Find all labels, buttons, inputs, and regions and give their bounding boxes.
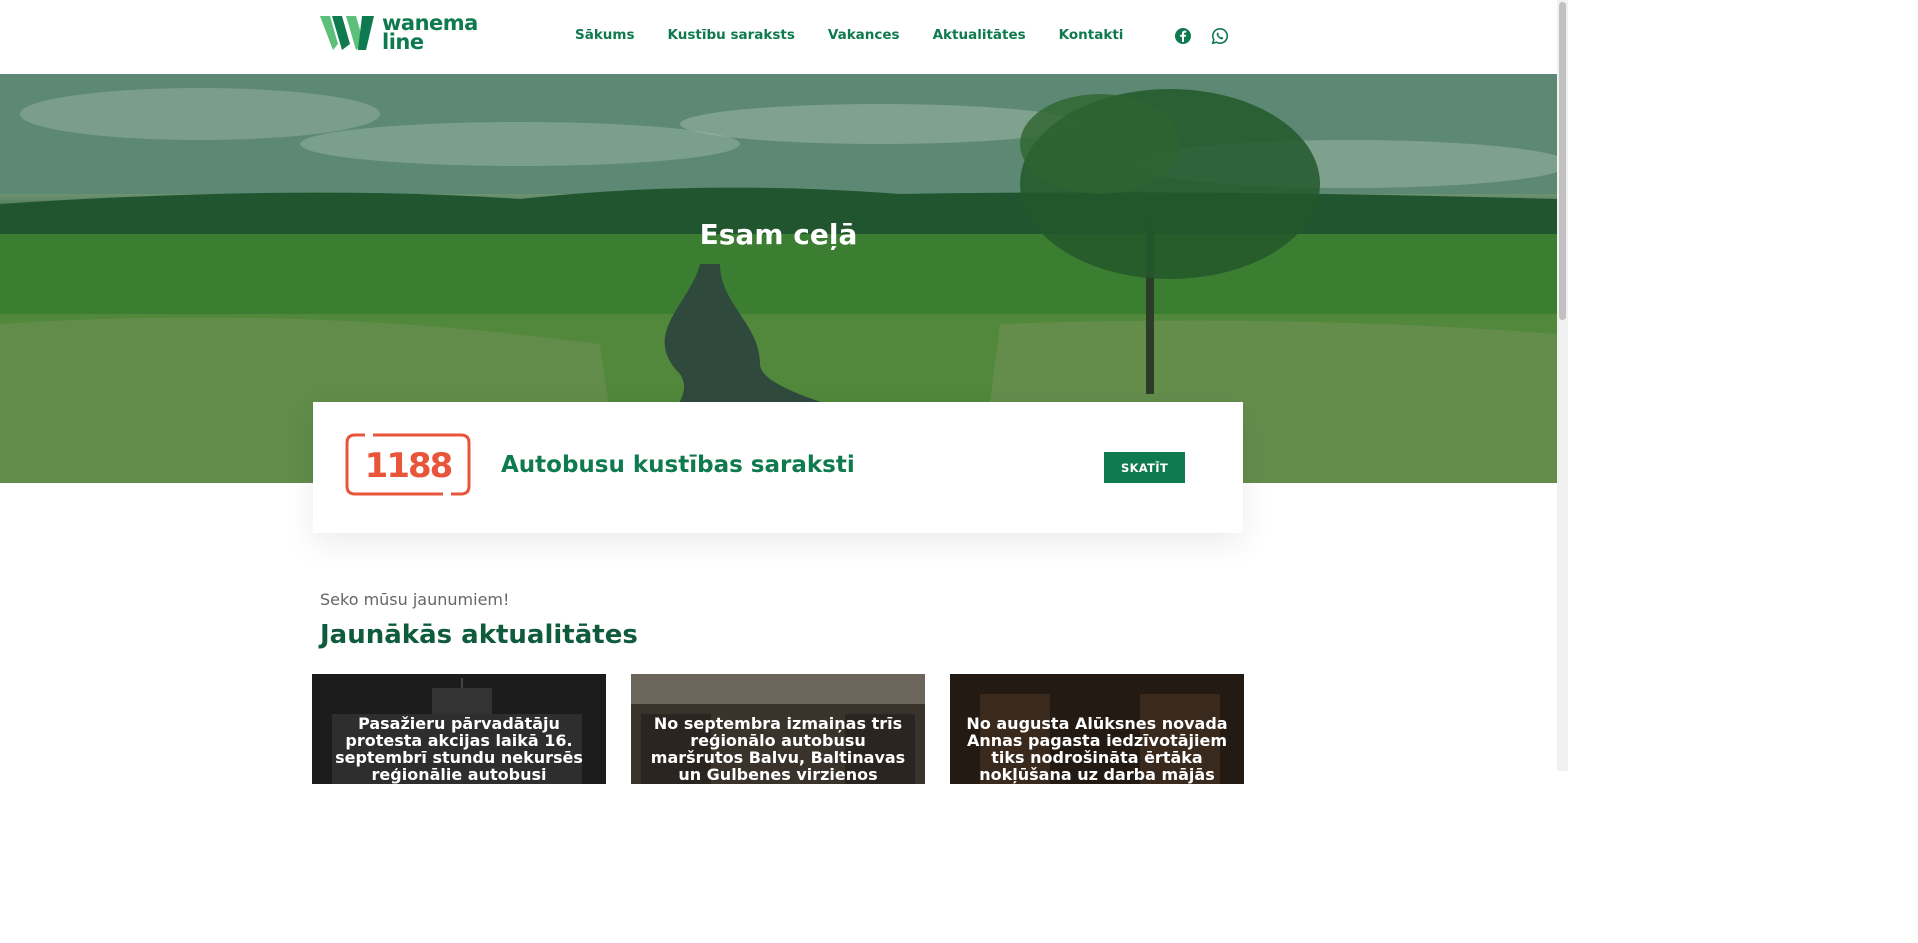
news-card[interactable]: No septembra izmaiņas trīs reģionālo aut…	[631, 674, 925, 784]
hero-title: Esam ceļā	[699, 218, 858, 251]
badge-number: 1188	[365, 446, 452, 486]
social-links	[1174, 27, 1248, 45]
news-card-title: No septembra izmaiņas trīs reģionālo aut…	[650, 714, 906, 784]
news-card[interactable]: Pasažieru pārvadātāju protesta akcijas l…	[312, 674, 606, 784]
news-heading: Jaunākās aktualitātes	[320, 620, 638, 650]
news-card-title: Pasažieru pārvadātāju protesta akcijas l…	[335, 714, 583, 784]
logo[interactable]: wanema line	[320, 13, 478, 54]
view-timetable-button[interactable]: SKATĪT	[1104, 452, 1185, 483]
main-nav: Sākums Kustību saraksts Vakances Aktuali…	[575, 27, 1156, 43]
phone-1188-badge-icon: 1188	[345, 433, 471, 496]
scrollbar-thumb[interactable]	[1559, 2, 1566, 320]
nav-item-kontakti[interactable]: Kontakti	[1059, 27, 1124, 43]
facebook-icon[interactable]	[1174, 27, 1192, 45]
nav-item-aktualitates[interactable]: Aktualitātes	[933, 27, 1026, 43]
nav-item-sakums[interactable]: Sākums	[575, 27, 635, 43]
logo-text-line2: line	[382, 30, 424, 54]
timetable-card: 1188 Autobusu kustības saraksti SKATĪT	[313, 402, 1243, 533]
news-card[interactable]: No augusta Alūksnes novada Annas pagasta…	[950, 674, 1244, 784]
news-card-title: No augusta Alūksnes novada Annas pagasta…	[966, 714, 1228, 784]
logo-text: wanema line	[382, 13, 478, 54]
whatsapp-icon[interactable]	[1211, 27, 1229, 45]
site-header: wanema line Sākums Kustību saraksts Vaka…	[0, 0, 1557, 74]
nav-item-kustibu-saraksts[interactable]: Kustību saraksts	[668, 27, 795, 43]
wanema-logo-icon	[320, 16, 374, 50]
timetable-title: Autobusu kustības saraksti	[501, 452, 855, 478]
nav-item-vakances[interactable]: Vakances	[828, 27, 900, 43]
news-subtitle: Seko mūsu jaunumiem!	[320, 590, 510, 609]
page-scrollbar[interactable]	[1557, 0, 1568, 771]
